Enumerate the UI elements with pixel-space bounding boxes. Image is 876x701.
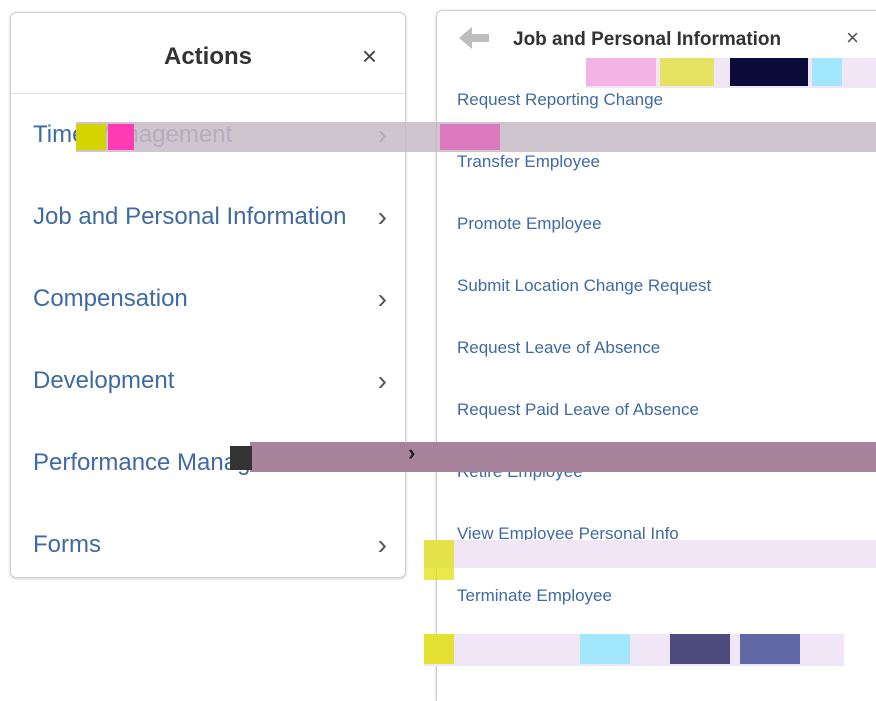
job-item-view-personal-info[interactable]: View Employee Personal Info (437, 503, 876, 565)
action-item-label: Compensation (33, 285, 188, 312)
action-item-label: Job and Personal Information (33, 203, 347, 230)
job-item-transfer-employee[interactable]: Transfer Employee (437, 131, 876, 193)
actions-header: Actions × (11, 13, 405, 94)
actions-panel: Actions × Time Management › Job and Pers… (10, 12, 406, 578)
action-item-label: Development (33, 367, 175, 394)
back-arrow-icon[interactable] (457, 25, 491, 51)
job-item-retire-employee[interactable]: Retire Employee (437, 441, 876, 503)
chevron-right-icon: › (377, 119, 387, 150)
action-item-time-management[interactable]: Time Management › (11, 94, 405, 176)
job-item-request-leave-of-absence[interactable]: Request Leave of Absence (437, 317, 876, 379)
action-item-forms[interactable]: Forms › (11, 504, 405, 586)
actions-title: Actions (163, 43, 252, 70)
action-item-job-personal-info[interactable]: Job and Personal Information › (11, 176, 405, 258)
job-item-promote-employee[interactable]: Promote Employee (437, 193, 876, 255)
action-item-label: Performance Management (33, 449, 318, 476)
action-item-label: Forms (33, 531, 101, 558)
chevron-right-icon: › (377, 365, 387, 396)
action-item-compensation[interactable]: Compensation › (11, 258, 405, 340)
chevron-right-icon: › (377, 283, 387, 314)
close-icon[interactable]: × (362, 41, 377, 72)
job-item-submit-location-change[interactable]: Submit Location Change Request (437, 255, 876, 317)
close-icon[interactable]: × (846, 25, 859, 51)
job-panel-title: Job and Personal Information (513, 29, 782, 50)
job-item-request-paid-leave[interactable]: Request Paid Leave of Absence (437, 379, 876, 441)
job-panel-header: Job and Personal Information × (437, 11, 876, 69)
job-personal-info-panel: Job and Personal Information × Request R… (436, 10, 876, 701)
action-item-development[interactable]: Development › (11, 340, 405, 422)
chevron-right-icon: › (377, 447, 387, 478)
job-item-terminate-employee[interactable]: Terminate Employee (437, 565, 876, 627)
job-item-request-reporting-change[interactable]: Request Reporting Change (437, 69, 876, 131)
action-item-performance-management[interactable]: Performance Management › (11, 422, 405, 504)
action-item-label: Time Management (33, 121, 233, 148)
chevron-right-icon: › (377, 201, 387, 232)
chevron-right-icon: › (408, 440, 416, 465)
chevron-right-icon: › (377, 529, 387, 560)
